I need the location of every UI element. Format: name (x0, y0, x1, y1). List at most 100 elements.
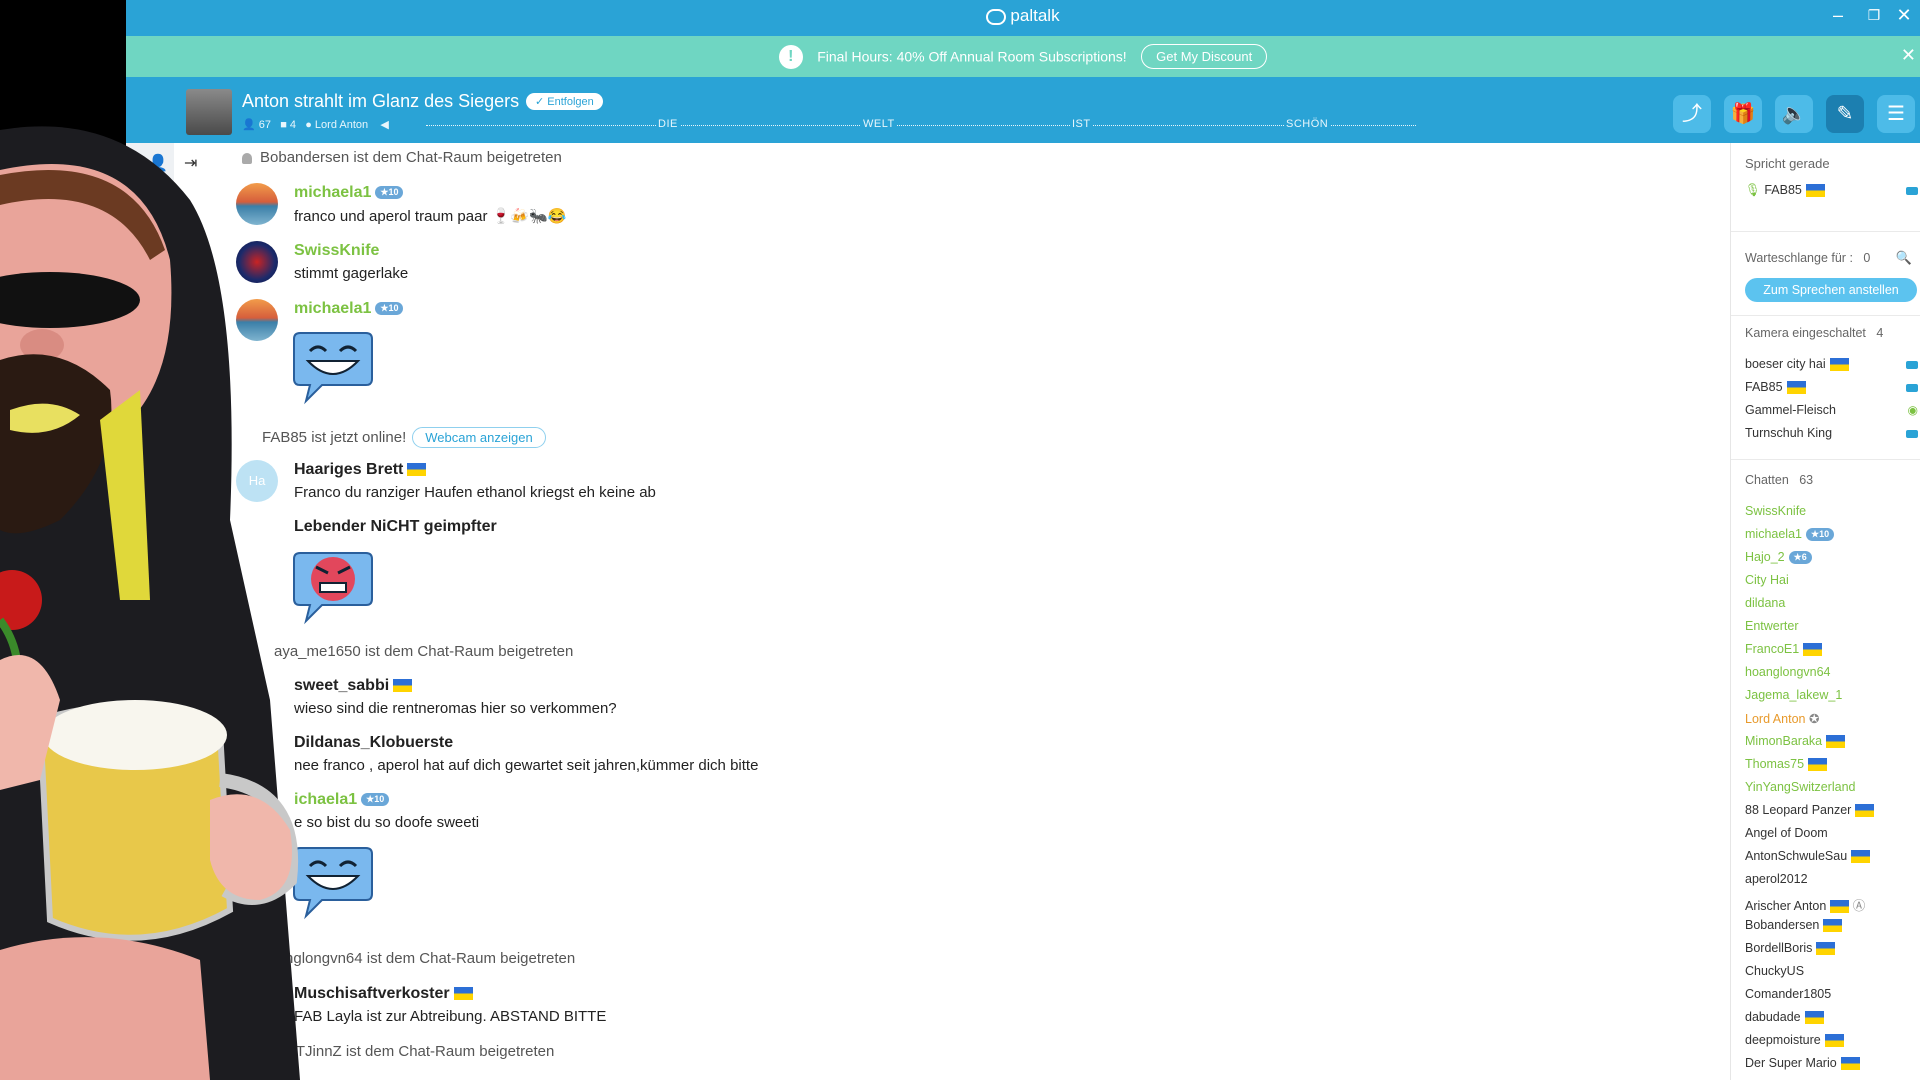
chat-user[interactable]: Arischer Anton Ⓐ (1745, 895, 1865, 914)
flag-icon (1823, 919, 1843, 933)
speaker-button[interactable]: 🔈 (1775, 95, 1813, 133)
camera-user[interactable]: FAB85 (1745, 380, 1806, 395)
room-owner: Lord Anton (314, 119, 369, 131)
chat-user[interactable]: Jagema_lakew_1 (1745, 688, 1842, 702)
share-button[interactable]: ⤴ (1673, 95, 1711, 133)
speaking-heading: Spricht gerade (1745, 156, 1830, 171)
paltalk-logo-icon (986, 8, 1007, 25)
gift-icon: 🎁 (1730, 103, 1756, 125)
flag-icon (1829, 358, 1849, 372)
unfollow-button[interactable]: ✓ Entfolgen (526, 93, 603, 110)
flag-icon (1824, 1034, 1844, 1048)
camera-user[interactable]: boeser city hai (1745, 357, 1849, 372)
cartoon-character-overlay (0, 0, 300, 1080)
chat-user[interactable]: Lord Anton ✪ (1745, 711, 1819, 726)
rank-badge: ★10 (375, 302, 404, 316)
restore-button[interactable]: ❐ (1862, 7, 1886, 24)
title-bar: paltalk – ❐ ✕ (126, 0, 1920, 36)
camera-user[interactable]: Turnschuh King (1745, 426, 1832, 440)
flag-icon (453, 987, 473, 1001)
eye-icon[interactable]: ◉ (1908, 403, 1918, 417)
share-icon: ⤴ (1682, 103, 1702, 125)
chat-user[interactable]: michaela1 ★10 (1745, 527, 1835, 542)
mic-icon: 🎙 (1745, 183, 1761, 197)
camera-heading: Kamera eingeschaltet 4 (1745, 326, 1884, 340)
chat-user[interactable]: Comander1805 (1745, 987, 1831, 1001)
chat-user[interactable]: MimonBaraka (1745, 734, 1846, 749)
minimize-button[interactable]: – (1826, 5, 1850, 26)
menu-icon: ☰ (1887, 103, 1905, 125)
divider (1731, 459, 1920, 460)
topic-word: WELT (861, 118, 897, 130)
flag-icon (1826, 735, 1846, 749)
camera-user[interactable]: Gammel-Fleisch (1745, 403, 1836, 417)
message-text: e so bist du so doofe sweeti (294, 814, 480, 831)
alert-icon: ! (778, 44, 803, 69)
speaking-user[interactable]: 🎙 FAB85 (1745, 183, 1825, 198)
show-webcam-button[interactable]: Webcam anzeigen (412, 427, 546, 448)
flag-icon (1786, 381, 1806, 395)
status-icon: Ⓐ (1852, 899, 1866, 913)
flag-icon (1803, 643, 1823, 657)
topic-divider (426, 125, 1416, 126)
message-text: nee franco , aperol hat auf dich gewarte… (294, 757, 759, 774)
camera-icon[interactable] (1906, 361, 1918, 369)
chat-user[interactable]: dabudade (1745, 1010, 1824, 1025)
search-icon[interactable]: 🔍 (1896, 250, 1912, 266)
chat-users-heading: Chatten 63 (1745, 473, 1814, 487)
promo-banner: ! Final Hours: 40% Off Annual Room Subsc… (126, 36, 1920, 77)
chat-user[interactable]: hoanglongvn64 (1745, 665, 1831, 679)
close-window-button[interactable]: ✕ (1892, 5, 1916, 26)
owner-icon: ✪ (1808, 712, 1820, 726)
chat-user[interactable]: Thomas75 (1745, 757, 1828, 772)
camera-icon[interactable] (1906, 187, 1918, 195)
chat-user[interactable]: BordellBoris (1745, 941, 1836, 956)
chat-user[interactable]: ChuckyUS (1745, 964, 1804, 978)
rank-badge: ★10 (1805, 528, 1835, 542)
gift-button[interactable]: 🎁 (1724, 95, 1762, 133)
chat-user[interactable]: City Hai (1745, 573, 1789, 587)
join-queue-button[interactable]: Zum Sprechen anstellen (1745, 278, 1917, 302)
flag-icon (407, 463, 427, 477)
mic-button[interactable]: ✎ (1826, 95, 1864, 133)
flag-icon (1830, 900, 1850, 914)
divider (1731, 231, 1920, 232)
mic-off-icon: ✎ (1836, 103, 1854, 125)
chat-user[interactable]: deepmoisture (1745, 1033, 1844, 1048)
divider (1731, 315, 1920, 316)
message-text: franco und aperol traum paar 🍷🍻🐜😂 (294, 208, 567, 225)
chat-user[interactable]: Angel of Doom (1745, 826, 1828, 840)
flag-icon (1804, 1011, 1824, 1025)
camera-icon[interactable] (1906, 384, 1918, 392)
rank-badge: ★10 (375, 186, 404, 200)
flag-icon (1808, 758, 1828, 772)
get-discount-button[interactable]: Get My Discount (1141, 44, 1268, 69)
message-author[interactable]: Lebender NiCHT geimpfter (294, 518, 497, 536)
rank-badge: ★10 (361, 793, 390, 807)
message-text: Franco du ranziger Haufen ethanol kriegs… (294, 484, 656, 501)
room-header: Anton strahlt im Glanz des Siegers ✓ Ent… (126, 77, 1920, 143)
announcement-icon: ◀ (380, 119, 389, 131)
chat-user[interactable]: 88 Leopard Panzer (1745, 803, 1875, 818)
flag-icon (1840, 1057, 1860, 1071)
chat-user[interactable]: Entwerter (1745, 619, 1799, 633)
message-author[interactable]: Muschisaftverkoster (294, 985, 473, 1003)
chat-panel: ⇥ Bobandersen ist dem Chat-Raum beigetre… (174, 143, 1730, 1080)
chat-user[interactable]: Bobandersen (1745, 918, 1843, 933)
chat-user[interactable]: SwissKnife (1745, 504, 1806, 518)
menu-button[interactable]: ☰ (1877, 95, 1915, 133)
chat-user[interactable]: YinYangSwitzerland (1745, 780, 1855, 794)
chat-user[interactable]: aperol2012 (1745, 872, 1808, 886)
chat-user[interactable]: FrancoE1 (1745, 642, 1823, 657)
app-window: { "app": { "logo_text": "paltalk" }, "wi… (0, 0, 1920, 1080)
chat-user[interactable]: Hajo_2 ★6 (1745, 550, 1812, 565)
chat-user[interactable]: Der Super Mario (1745, 1056, 1860, 1071)
message-text: FAB Layla ist zur Abtreibung. ABSTAND BI… (294, 1008, 607, 1025)
chat-user[interactable]: AntonSchwuleSau (1745, 849, 1871, 864)
camera-icon[interactable] (1906, 430, 1918, 438)
topic-word: IST (1070, 118, 1093, 130)
speaker-icon: 🔈 (1781, 103, 1807, 125)
rank-badge: ★6 (1788, 551, 1812, 565)
close-promo-icon[interactable]: ✕ (1901, 45, 1916, 66)
chat-user[interactable]: dildana (1745, 596, 1785, 610)
